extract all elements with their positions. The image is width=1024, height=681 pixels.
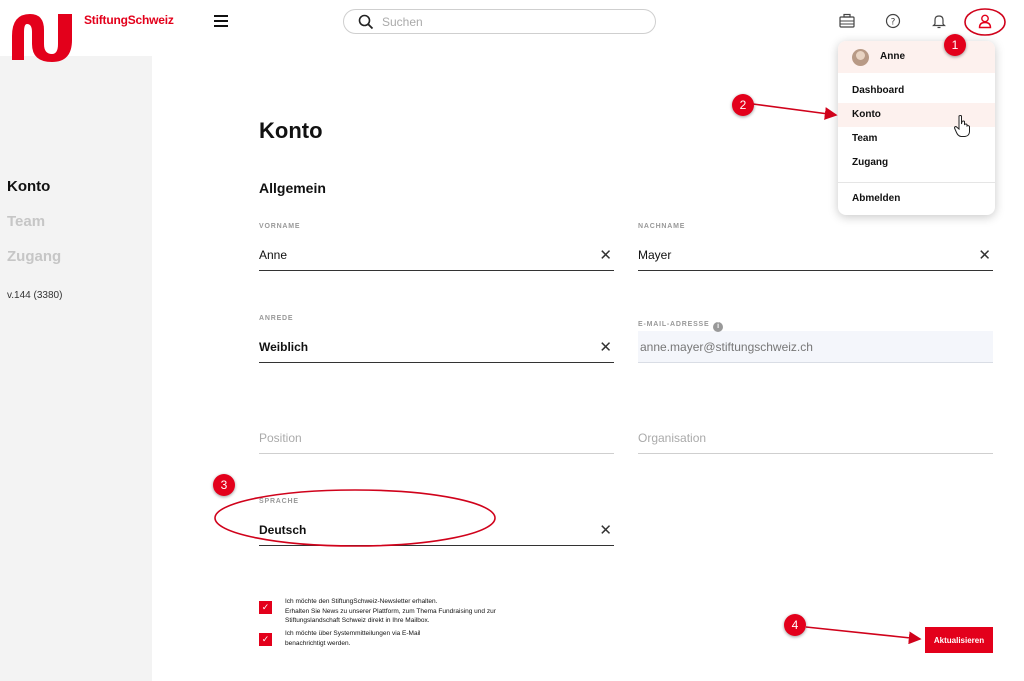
nachname-field[interactable]: NACHNAME Mayer ✕ bbox=[638, 223, 993, 271]
email-field: E-MAIL-ADRESSE i anne.mayer@stiftungschwe… bbox=[638, 321, 993, 363]
email-label-wrap: E-MAIL-ADRESSE i bbox=[638, 321, 724, 332]
vorname-value[interactable]: Anne bbox=[259, 248, 287, 262]
page-title: Konto bbox=[259, 118, 323, 143]
sidebar: StiftungSchweiz Konto Team Zugang v.144 … bbox=[0, 0, 174, 681]
newsletter-text: Ich möchte den StiftungSchweiz-Newslette… bbox=[285, 597, 585, 626]
system-text: Ich möchte über Systemmitteilungen via E… bbox=[285, 629, 585, 648]
organisation-placeholder: Organisation bbox=[638, 431, 707, 445]
section-title: Allgemein bbox=[259, 180, 326, 196]
search-bar[interactable]: Suchen bbox=[343, 9, 656, 34]
menu-icon[interactable] bbox=[214, 15, 228, 27]
menu-item-konto[interactable]: Konto bbox=[838, 103, 995, 127]
nachname-label: NACHNAME bbox=[638, 223, 686, 230]
vorname-field[interactable]: VORNAME Anne ✕ bbox=[259, 223, 614, 271]
annotation-badge-4: 4 bbox=[784, 614, 806, 636]
sidebar-nav: Konto Team Zugang bbox=[7, 178, 61, 283]
system-line-2: benachrichtigt werden. bbox=[285, 639, 351, 647]
search-icon bbox=[358, 14, 374, 30]
anrede-label: ANREDE bbox=[259, 315, 294, 322]
clear-icon[interactable]: ✕ bbox=[978, 246, 991, 264]
menu-item-team[interactable]: Team bbox=[838, 127, 995, 151]
help-icon[interactable]: ? bbox=[884, 12, 902, 30]
bell-icon[interactable] bbox=[930, 12, 948, 30]
clear-icon[interactable]: ✕ bbox=[599, 521, 612, 539]
avatar bbox=[852, 49, 869, 66]
sprache-field[interactable]: SPRACHE Deutsch ✕ bbox=[259, 498, 614, 546]
annotation-badge-1: 1 bbox=[944, 34, 966, 56]
annotation-badge-2: 2 bbox=[732, 94, 754, 116]
dropdown-divider bbox=[838, 182, 995, 183]
newsletter-line-3: Stiftungslandschaft Schweiz direkt in Ih… bbox=[285, 617, 430, 624]
user-icon[interactable] bbox=[976, 12, 994, 30]
search-placeholder: Suchen bbox=[382, 15, 423, 29]
email-value: anne.mayer@stiftungschweiz.ch bbox=[640, 340, 813, 354]
anrede-field[interactable]: ANREDE Weiblich ✕ bbox=[259, 315, 614, 363]
anrede-value[interactable]: Weiblich bbox=[259, 340, 308, 354]
annotation-badge-3: 3 bbox=[213, 474, 235, 496]
menu-item-abmelden[interactable]: Abmelden bbox=[838, 187, 995, 211]
sidebar-item-zugang[interactable]: Zugang bbox=[7, 248, 61, 265]
arrow-to-konto bbox=[752, 103, 838, 120]
hand-cursor-icon bbox=[953, 115, 970, 137]
logo-area: StiftungSchweiz bbox=[0, 0, 174, 62]
version-label: v.144 (3380) bbox=[7, 290, 63, 301]
sidebar-item-team[interactable]: Team bbox=[7, 213, 61, 230]
newsletter-line-2: Erhalten Sie News zu unserer Plattform, … bbox=[285, 607, 496, 615]
briefcase-icon[interactable] bbox=[838, 12, 856, 30]
clear-icon[interactable]: ✕ bbox=[599, 338, 612, 356]
dropdown-user-header[interactable]: Anne bbox=[838, 41, 995, 73]
info-icon[interactable]: i bbox=[713, 322, 724, 332]
newsletter-line-1: Ich möchte den StiftungSchweiz-Newslette… bbox=[285, 598, 438, 605]
user-dropdown-menu: Anne Dashboard Konto Team Zugang Abmelde… bbox=[838, 41, 995, 215]
dropdown-user-name: Anne bbox=[880, 51, 905, 62]
vorname-label: VORNAME bbox=[259, 223, 301, 230]
update-button[interactable]: Aktualisieren bbox=[925, 627, 993, 653]
nachname-value[interactable]: Mayer bbox=[638, 248, 671, 262]
position-placeholder: Position bbox=[259, 431, 302, 445]
arrow-to-update bbox=[805, 626, 922, 645]
svg-text:?: ? bbox=[891, 18, 896, 28]
sprache-label: SPRACHE bbox=[259, 498, 299, 505]
system-notifications-checkbox[interactable]: ✓ bbox=[259, 633, 272, 646]
menu-item-zugang[interactable]: Zugang bbox=[838, 151, 995, 175]
position-field[interactable]: Position bbox=[259, 414, 614, 454]
system-line-1: Ich möchte über Systemmitteilungen via E… bbox=[285, 630, 421, 637]
brand-logo-icon[interactable] bbox=[6, 10, 76, 64]
sprache-value[interactable]: Deutsch bbox=[259, 523, 306, 537]
newsletter-checkbox[interactable]: ✓ bbox=[259, 601, 272, 614]
brand-name[interactable]: StiftungSchweiz bbox=[84, 13, 174, 27]
organisation-field[interactable]: Organisation bbox=[638, 414, 993, 454]
clear-icon[interactable]: ✕ bbox=[599, 246, 612, 264]
sidebar-item-konto[interactable]: Konto bbox=[7, 178, 61, 195]
menu-item-dashboard[interactable]: Dashboard bbox=[838, 79, 995, 103]
email-label: E-MAIL-ADRESSE bbox=[638, 321, 710, 328]
